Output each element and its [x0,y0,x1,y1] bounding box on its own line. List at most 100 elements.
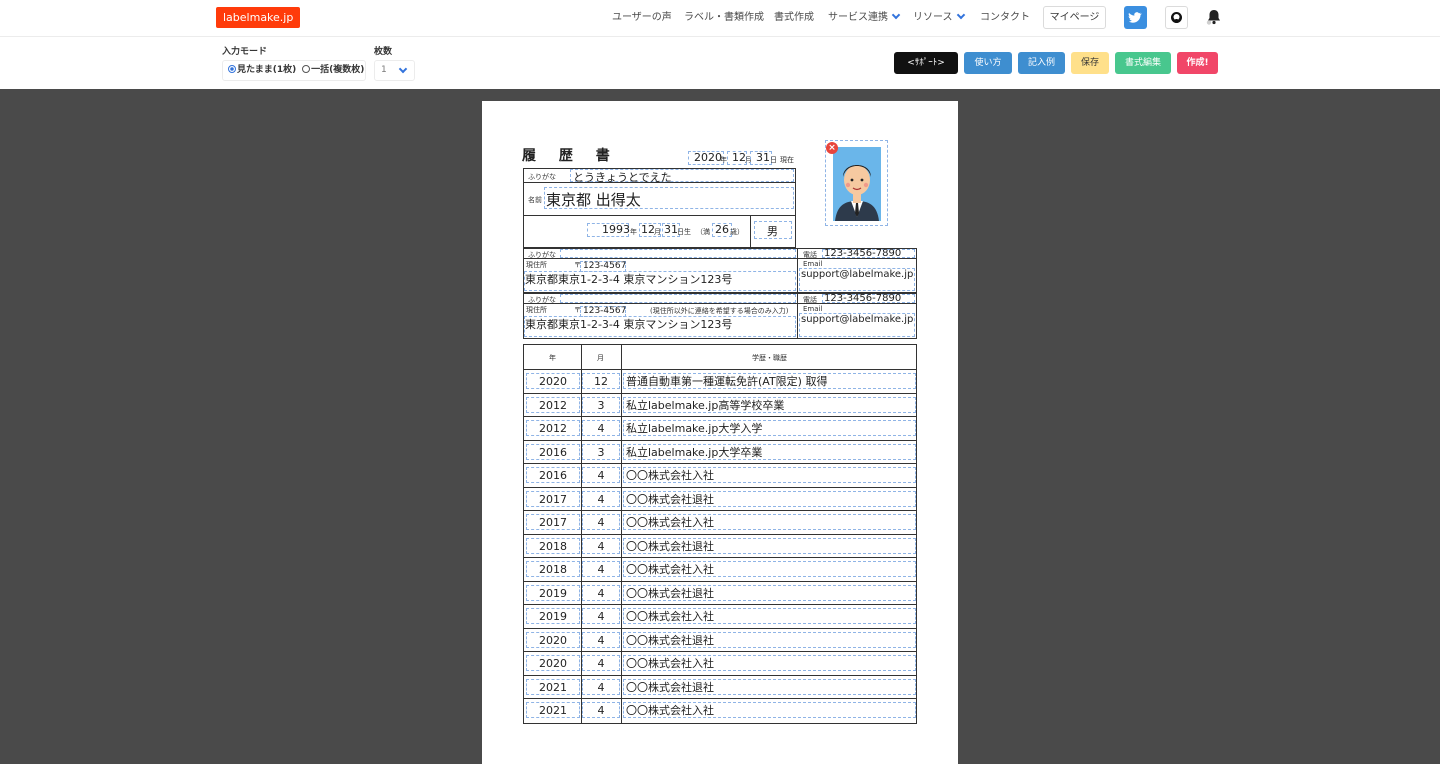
history-row: 2020 4 〇〇株式会社退社 [524,629,916,652]
history-row: 2017 4 〇〇株式会社退社 [524,488,916,511]
address2-note: (現住所以外に連絡を希望する場合のみ入力) [650,307,789,315]
history-year-field[interactable]: 2019 [526,584,580,601]
gender-value: 男 [767,225,778,238]
phone1-value: 123-3456-7890 [824,248,902,259]
history-rows: 2020 12 普通自動車第一種運転免許(AT限定) 取得 2012 3 私立labelm… [524,370,916,723]
radio-mode-bulk-label[interactable]: 一括(複数枚) [311,65,364,75]
bell-icon[interactable] [1205,8,1223,26]
history-month-field[interactable]: 4 [582,514,620,530]
history-row: 2020 4 〇〇株式会社入社 [524,652,916,676]
history-text-field[interactable]: 〇〇株式会社入社 [623,467,916,483]
history-month-field[interactable]: 3 [582,396,620,413]
history-month-field[interactable]: 4 [582,490,620,507]
history-year-field[interactable]: 2018 [526,561,580,577]
history-text-field[interactable]: 〇〇株式会社退社 [623,537,916,554]
history-month-field[interactable]: 4 [582,702,620,718]
furigana-value: とうきょうとでえた [573,171,672,184]
history-year-field[interactable]: 2016 [526,443,580,460]
history-text-field[interactable]: 〇〇株式会社入社 [623,514,916,530]
date-year-unit: 年 [720,156,727,164]
nav-item-user-voice[interactable]: ユーザーの声 [612,11,672,25]
example-button[interactable]: 記入例 [1018,52,1065,74]
history-year-field[interactable]: 2021 [526,702,580,718]
address2-furigana-field[interactable] [560,294,796,303]
history-year-field[interactable]: 2012 [526,396,580,413]
history-month-field[interactable]: 4 [582,561,620,577]
history-text-field[interactable]: 私立labelmake.jp大学卒業 [623,443,916,460]
create-button[interactable]: 作成! [1177,52,1218,74]
history-text-field[interactable]: 〇〇株式会社入社 [623,608,916,624]
nav-item-label-create[interactable]: ラベル・書類作成 [684,11,764,25]
nav-item-service-integration[interactable]: サービス連携 [828,10,901,25]
github-button[interactable] [1165,6,1188,29]
history-text-field[interactable]: 私立labelmake.jp大学入学 [623,420,916,436]
history-text-field[interactable]: 〇〇株式会社退社 [623,584,916,601]
history-row: 2018 4 〇〇株式会社退社 [524,535,916,558]
birth-day-value: 31 [664,223,678,236]
nav-item-resources[interactable]: リソース [913,10,965,25]
divider [797,248,798,293]
history-header-row: 年 月 学歴・職歴 [524,345,916,370]
address2-postal-value: 123-4567 [583,306,627,316]
history-text-field[interactable]: 〇〇株式会社退社 [623,631,916,648]
history-text-field[interactable]: 〇〇株式会社退社 [623,490,916,507]
nav-item-template-create[interactable]: 書式作成 [774,11,814,25]
history-year-field[interactable]: 2016 [526,467,580,483]
email1-value: support@labelmake.jp [801,269,914,280]
history-text-field[interactable]: 私立labelmake.jp高等学校卒業 [623,396,916,413]
chevron-down-icon [956,10,965,20]
history-month-field[interactable]: 4 [582,467,620,483]
birth-year-value: 1993 [602,223,630,236]
age-unit: 歳） [730,228,744,236]
radio-mode-single-label[interactable]: 見たまま(1枚) [237,65,296,75]
page-count-label: 枚数 [374,47,393,57]
history-month-field[interactable]: 4 [582,655,620,671]
support-button[interactable]: <ｻﾎﾟｰﾄ> [894,52,958,74]
edit-template-button[interactable]: 書式編集 [1115,52,1171,74]
twitter-button[interactable] [1124,6,1147,29]
history-year-field[interactable]: 2021 [526,678,580,695]
history-text-field[interactable]: 〇〇株式会社入社 [623,561,916,577]
address1-furigana-field[interactable] [560,249,796,258]
site-logo[interactable]: labelmake.jp [216,7,301,28]
history-month-field[interactable]: 4 [582,420,620,436]
history-text-field[interactable]: 〇〇株式会社入社 [623,702,916,718]
mypage-button[interactable]: マイページ [1043,6,1106,29]
history-year-field[interactable]: 2012 [526,420,580,436]
history-month-field[interactable]: 4 [582,537,620,554]
history-year-field[interactable]: 2017 [526,514,580,530]
history-row: 2016 4 〇〇株式会社入社 [524,464,916,488]
history-month-field[interactable]: 4 [582,584,620,601]
history-year-field[interactable]: 2018 [526,537,580,554]
radio-mode-bulk[interactable] [302,65,311,73]
chevron-down-icon [398,64,408,74]
history-month-field[interactable]: 4 [582,608,620,624]
history-header-text: 学歴・職歴 [752,354,787,362]
page-count-select[interactable]: 1 [374,60,415,81]
history-text-field[interactable]: 〇〇株式会社退社 [623,678,916,695]
history-year-field[interactable]: 2020 [526,373,580,389]
history-month-field[interactable]: 12 [582,373,620,389]
history-table: 年 月 学歴・職歴 2020 12 普通自動車第一種運転免許(AT限定) 取得 201… [523,344,917,724]
history-year-field[interactable]: 2020 [526,655,580,671]
nav-item-label: リソース [913,12,953,23]
furigana-label: ふりがな [528,173,556,181]
history-year-field[interactable]: 2017 [526,490,580,507]
history-text-field[interactable]: 普通自動車第一種運転免許(AT限定) 取得 [623,373,916,389]
address1-furigana-label: ふりがな [528,251,556,259]
history-month-field[interactable]: 3 [582,443,620,460]
history-year-field[interactable]: 2019 [526,608,580,624]
history-text-field[interactable]: 〇〇株式会社入社 [623,655,916,671]
support-button-label: <ｻﾎﾟｰﾄ> [907,58,945,68]
address2-label: 現住所 [526,306,547,314]
save-button[interactable]: 保存 [1071,52,1109,74]
history-month-field[interactable]: 4 [582,678,620,695]
nav-item-contact[interactable]: コンタクト [980,11,1030,25]
photo-delete-icon[interactable]: × [826,142,838,154]
history-year-field[interactable]: 2020 [526,631,580,648]
radio-mode-single[interactable] [228,65,236,73]
how-to-button[interactable]: 使い方 [964,52,1012,74]
twitter-icon [1128,12,1142,23]
history-row: 2019 4 〇〇株式会社入社 [524,605,916,629]
history-month-field[interactable]: 4 [582,631,620,648]
